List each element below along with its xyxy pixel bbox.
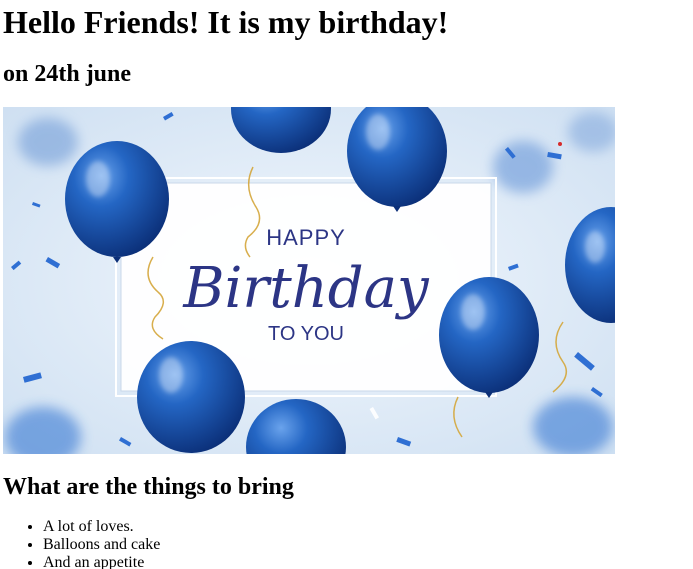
things-to-bring-list: A lot of loves. Balloons and cake And an… bbox=[0, 518, 160, 569]
page: Hello Friends! It is my birthday! on 24t… bbox=[0, 0, 693, 569]
birthday-banner-image: HAPPY Birthday TO YOU bbox=[3, 107, 615, 454]
list-item: A lot of loves. bbox=[43, 518, 160, 536]
page-title: Hello Friends! It is my birthday! bbox=[3, 4, 449, 40]
list-item: Balloons and cake bbox=[43, 536, 160, 554]
banner-to-you-text: TO YOU bbox=[268, 323, 344, 345]
things-to-bring-heading: What are the things to bring bbox=[3, 474, 294, 500]
birthday-date-heading: on 24th june bbox=[3, 61, 132, 87]
banner-happy-text: HAPPY bbox=[266, 225, 346, 250]
list-item: And an appetite bbox=[43, 554, 160, 569]
banner-birthday-text: Birthday bbox=[182, 256, 430, 321]
